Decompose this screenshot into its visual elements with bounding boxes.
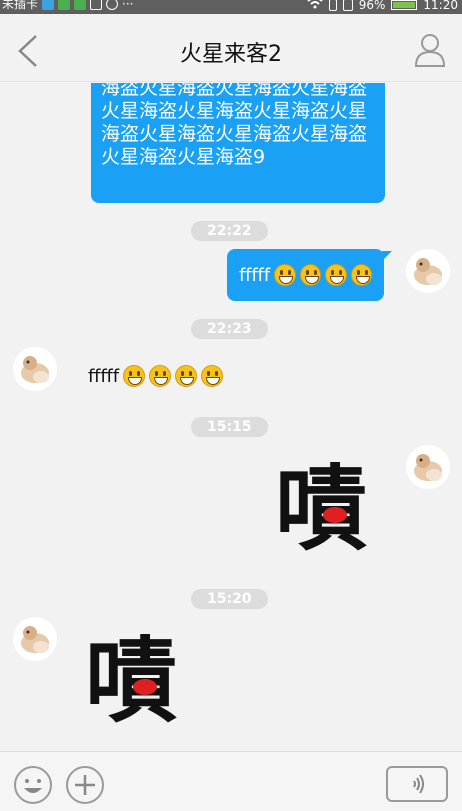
more-icon: ··· <box>122 0 134 11</box>
timestamp-pill: 22:23 <box>191 319 268 339</box>
grin-emoji-icon <box>201 365 224 387</box>
sticker-glyph: 嘖 <box>85 627 177 727</box>
message-list[interactable]: 海盗火星海盗火星海盗火星海盗火星海盗火星海盗火星海盗火星海盗火星海盗火星海盗火星… <box>0 83 462 751</box>
image-icon <box>42 0 55 10</box>
avatar-self[interactable] <box>406 249 450 293</box>
grin-emoji-icon <box>299 264 322 286</box>
timestamp-pill: 22:22 <box>191 221 268 241</box>
battery-percent: 96% <box>358 0 386 12</box>
timestamp-pill: 15:20 <box>191 589 268 609</box>
input-bar <box>0 751 462 811</box>
person-icon[interactable] <box>414 32 446 68</box>
grin-emoji-icon <box>350 264 373 286</box>
plus-icon[interactable] <box>66 766 104 804</box>
sim-icon <box>342 0 353 11</box>
chat-icon <box>74 0 87 10</box>
grin-emoji-icon <box>149 365 172 387</box>
grin-emoji-icon <box>123 365 146 387</box>
chat-icon <box>58 0 71 10</box>
timestamp-pill: 15:15 <box>191 417 268 437</box>
avatar-contact[interactable] <box>13 617 57 661</box>
wifi-icon <box>307 0 323 12</box>
avatar-self[interactable] <box>406 445 450 489</box>
clock: 11:20 <box>423 0 458 12</box>
bubble-tail <box>382 251 392 261</box>
title-bar: 火星来客2 <box>0 14 462 82</box>
page-title: 火星来客2 <box>180 42 282 67</box>
sticker-received[interactable]: 嘖 <box>85 627 195 735</box>
status-bar: 未插卡 ··· 96% 11:20 <box>0 0 462 14</box>
sticker-glyph: 嘖 <box>275 455 367 555</box>
message-bubble-sent[interactable]: 海盗火星海盗火星海盗火星海盗火星海盗火星海盗火星海盗火星海盗火星海盗火星海盗火星… <box>91 83 385 203</box>
message-bubble-sent[interactable]: fffff <box>227 249 392 301</box>
grin-emoji-icon <box>325 264 347 286</box>
grin-emoji-icon <box>274 264 296 286</box>
message-text: fffff <box>88 365 120 387</box>
message-text: fffff <box>239 264 271 286</box>
avatar-contact[interactable] <box>13 347 57 391</box>
vibrate-icon <box>328 0 337 11</box>
battery-icon <box>391 0 418 10</box>
carrier-text: 未插卡 <box>2 0 39 11</box>
keyboard-icon <box>90 0 103 10</box>
message-bubble-received[interactable]: fffff <box>88 363 224 389</box>
recorder-icon <box>106 0 119 10</box>
sound-wave-icon[interactable] <box>386 766 448 802</box>
smiley-icon[interactable] <box>14 766 52 804</box>
sticker-sent[interactable]: 嘖 <box>275 455 385 563</box>
grin-emoji-icon <box>175 365 198 387</box>
